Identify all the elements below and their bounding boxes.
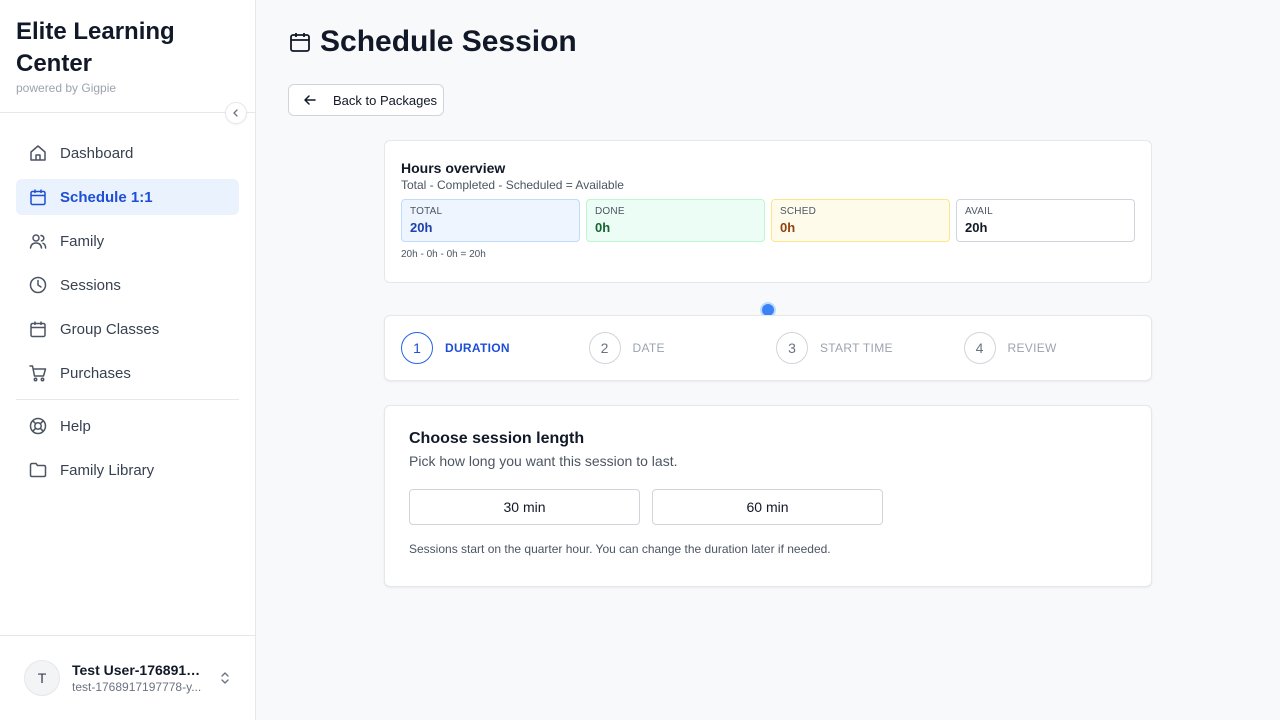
sidebar-item-schedule[interactable]: Schedule 1:1	[16, 179, 239, 215]
sidebar-item-label: Family	[60, 232, 105, 250]
arrow-left-icon	[303, 93, 317, 107]
stat-label: SCHED	[780, 206, 817, 217]
sidebar-item-purchases[interactable]: Purchases	[16, 355, 239, 391]
hours-subtitle: Total - Completed - Scheduled = Availabl…	[401, 178, 624, 192]
stat-value: 20h	[410, 220, 433, 235]
brand: Elite Learning Center powered by Gigpie	[16, 16, 236, 96]
duration-note: Sessions start on the quarter hour. You …	[409, 542, 831, 556]
page-header: Schedule Session	[288, 22, 577, 62]
calendar-icon	[288, 30, 312, 54]
user-name: Test User-1768917197778	[72, 662, 204, 678]
step-start-time[interactable]: 3 START TIME	[776, 332, 964, 364]
user-email: test-1768917197778-y...	[72, 680, 202, 694]
stat-value: 20h	[965, 220, 988, 235]
sidebar-item-label: Help	[60, 417, 91, 435]
user-info: Test User-1768917197778 test-17689171977…	[72, 661, 204, 695]
sidebar-item-label: Purchases	[60, 364, 131, 382]
calendar-icon	[28, 319, 48, 339]
session-length-title: Choose session length	[409, 430, 585, 447]
stat-scheduled: SCHED 0h	[771, 199, 950, 242]
step-number: 3	[776, 332, 808, 364]
sidebar-item-label: Dashboard	[60, 144, 134, 162]
step-number: 4	[963, 332, 996, 364]
stat-total: TOTAL 20h	[401, 199, 580, 242]
sidebar-item-sessions[interactable]: Sessions	[16, 267, 239, 303]
duration-30-button[interactable]: 30 min	[409, 489, 640, 525]
stat-available: AVAIL 20h	[956, 199, 1135, 242]
sidebar-item-label: Schedule 1:1	[60, 188, 153, 206]
stat-label: TOTAL	[410, 206, 443, 217]
hours-overview-card: Hours overview Total - Completed - Sched…	[384, 140, 1152, 283]
folder-icon	[28, 460, 48, 480]
back-to-packages-button[interactable]: Back to Packages	[288, 84, 444, 116]
home-icon	[28, 143, 48, 163]
sidebar-item-label: Group Classes	[60, 320, 160, 338]
brand-title: Elite Learning Center	[16, 18, 175, 77]
sidebar-item-family-library[interactable]: Family Library	[16, 452, 239, 488]
chevron-up-down-icon	[218, 669, 232, 687]
stat-done: DONE 0h	[586, 199, 765, 242]
stat-label: DONE	[595, 206, 625, 217]
step-label: REVIEW	[1007, 341, 1057, 355]
sidebar-item-family[interactable]: Family	[16, 223, 239, 259]
duration-options: 30 min 60 min	[409, 489, 1127, 525]
sidebar-divider	[0, 635, 255, 636]
hours-equation: 20h - 0h - 0h = 20h	[401, 249, 486, 260]
back-button-label: Back to Packages	[333, 92, 438, 108]
step-label: DATE	[632, 341, 665, 355]
clock-icon	[28, 275, 48, 295]
nav-divider	[16, 399, 239, 400]
calendar-icon	[28, 187, 48, 207]
sidebar: Elite Learning Center powered by Gigpie …	[0, 0, 256, 720]
sidebar-item-label: Sessions	[60, 276, 121, 294]
powered-by: powered by Gigpie	[16, 81, 117, 95]
step-duration[interactable]: 1 DURATION	[401, 332, 589, 364]
sidebar-item-dashboard[interactable]: Dashboard	[16, 135, 239, 171]
stat-value: 0h	[595, 220, 611, 235]
chevron-left-icon	[233, 109, 238, 117]
session-length-card: Choose session length Pick how long you …	[384, 405, 1152, 587]
step-number: 2	[588, 332, 621, 364]
stat-label: AVAIL	[965, 206, 993, 217]
user-menu[interactable]: T Test User-1768917197778 test-176891719…	[24, 660, 240, 696]
sidebar-nav: Dashboard Schedule 1:1 Family Sessions G…	[16, 135, 239, 496]
users-icon	[28, 231, 48, 251]
sidebar-item-label: Family Library	[60, 461, 155, 479]
collapse-sidebar-button[interactable]	[225, 102, 247, 124]
step-number: 1	[401, 332, 433, 364]
sidebar-divider	[0, 112, 255, 113]
sidebar-item-help[interactable]: Help	[16, 408, 239, 444]
lifebuoy-icon	[28, 416, 48, 436]
session-length-subtitle: Pick how long you want this session to l…	[409, 453, 678, 469]
step-date[interactable]: 2 DATE	[588, 332, 777, 364]
step-label: START TIME	[820, 341, 893, 355]
step-review[interactable]: 4 REVIEW	[963, 332, 1152, 364]
stat-value: 0h	[780, 220, 796, 235]
hours-stats: TOTAL 20h DONE 0h SCHED 0h AVAIL 20h	[401, 199, 1135, 242]
step-progress: 1 DURATION 2 DATE 3 START TIME 4 REVIEW	[384, 315, 1152, 381]
sidebar-item-group-classes[interactable]: Group Classes	[16, 311, 239, 347]
cart-icon	[28, 363, 48, 383]
hours-title: Hours overview	[401, 160, 506, 176]
avatar: T	[24, 660, 60, 696]
step-label: DURATION	[445, 341, 510, 355]
page-title: Schedule Session	[320, 25, 577, 58]
duration-60-button[interactable]: 60 min	[652, 489, 883, 525]
